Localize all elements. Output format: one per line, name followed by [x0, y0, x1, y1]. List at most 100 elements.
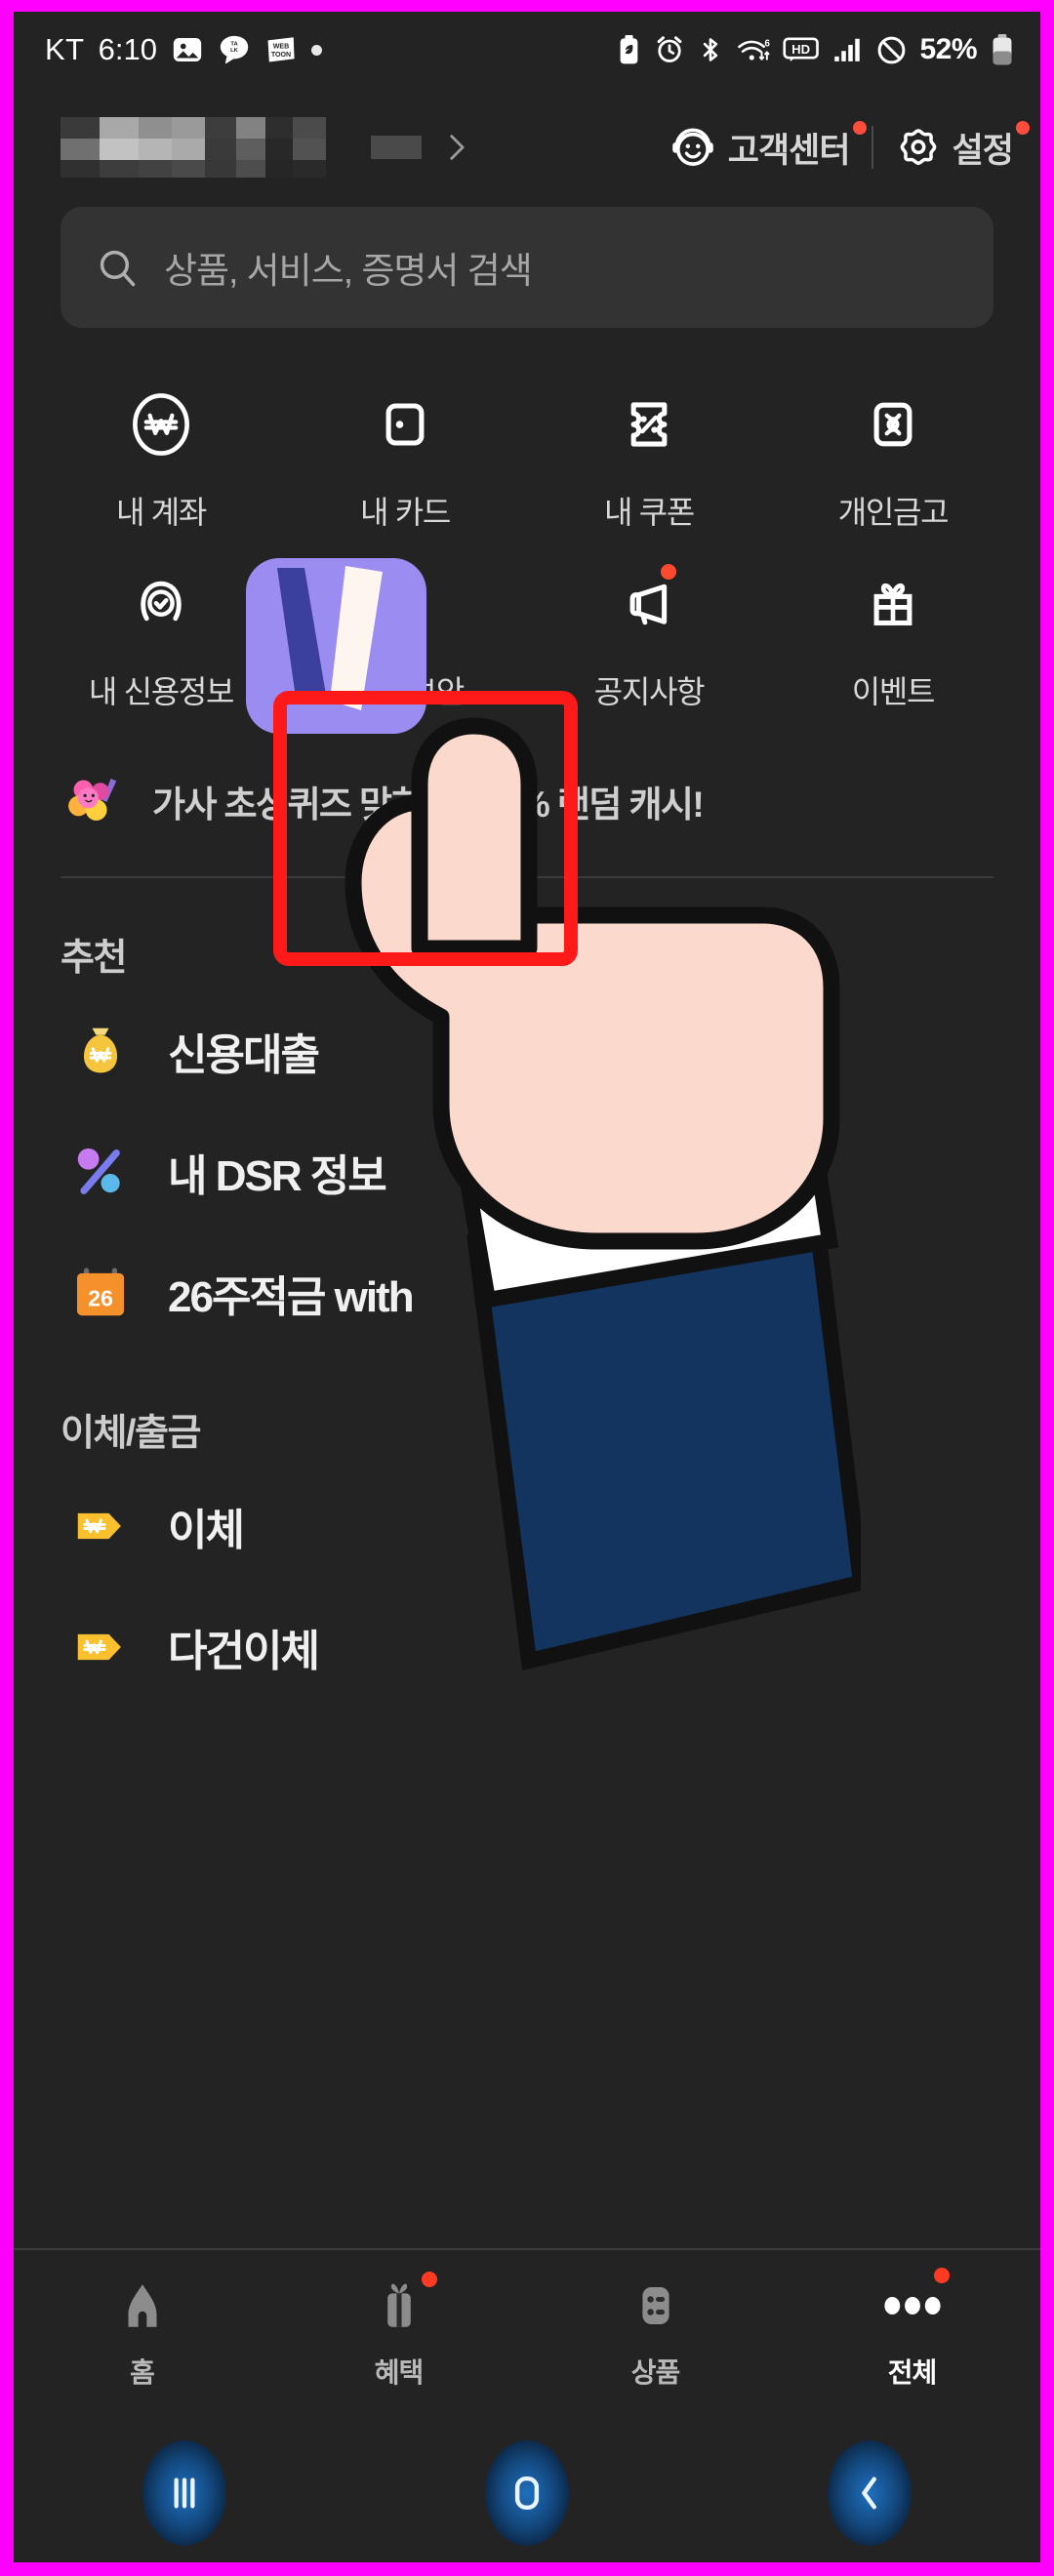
list-item[interactable]: 신용대출 [61, 990, 993, 1111]
bluetooth-icon [697, 35, 724, 64]
alarm-icon [655, 35, 684, 64]
shield-check-icon [124, 564, 198, 644]
gift-icon [856, 564, 930, 644]
app-header: 고객센터 설정 [14, 88, 1040, 195]
profile-link[interactable] [61, 117, 661, 178]
card-icon [368, 384, 442, 464]
do-not-disturb-icon [876, 35, 907, 65]
home-button[interactable] [356, 2440, 699, 2546]
tab-all[interactable]: 전체 [784, 2268, 1040, 2391]
svg-text:26: 26 [88, 1285, 113, 1310]
won-circle-icon [124, 384, 198, 464]
home-square-icon [485, 2440, 569, 2546]
list-item[interactable]: 26 26주적금 with [61, 1232, 993, 1353]
tab-benefits[interactable]: 혜택 [270, 2272, 527, 2391]
tab-products[interactable]: 상품 [527, 2275, 784, 2391]
list-item[interactable]: 내 DSR 정보 [61, 1111, 993, 1232]
won-tag-icon [70, 1496, 131, 1556]
quick-item-event[interactable]: 이벤트 [771, 550, 1015, 730]
status-bar: KT 6:10 TA LK WEB TOON 6 HD 52% [14, 12, 1040, 88]
svg-text:TA: TA [230, 41, 238, 47]
list-item-label: 내 DSR 정보 [168, 1152, 387, 1200]
hd-icon: HD [783, 35, 820, 64]
customer-center-label: 고객센터 [727, 131, 851, 170]
svg-text:WEB: WEB [273, 43, 290, 51]
android-navigation-bar [14, 2424, 1040, 2562]
quick-menu-row-2: 내 신용정보 인증/보안 공지사항 이벤트 [39, 550, 1015, 730]
chevron-right-icon [439, 131, 472, 164]
quick-item-my-coupon[interactable]: 내 쿠폰 [527, 371, 771, 550]
svg-text:HD: HD [792, 42, 811, 57]
signal-bars-icon [832, 35, 864, 64]
quick-item-notice[interactable]: 공지사항 [527, 550, 771, 730]
quick-item-label: 내 쿠폰 [603, 495, 695, 530]
money-bag-icon [70, 1021, 131, 1081]
quick-item-label: 내 카드 [359, 495, 451, 530]
calendar-26-icon: 26 [70, 1263, 131, 1323]
search-input[interactable]: 상품, 서비스, 증명서 검색 [61, 207, 993, 328]
percent-icon [70, 1142, 131, 1202]
quick-item-auth-security[interactable]: 인증/보안 [283, 550, 527, 730]
quick-item-label: 내 계좌 [115, 495, 207, 530]
settings-badge [1016, 120, 1030, 135]
photo-icon [171, 33, 204, 66]
quick-item-label: 공지사항 [593, 674, 706, 709]
flower-icon [62, 769, 127, 833]
section-title: 추천 [61, 938, 127, 979]
customer-center-button[interactable]: 고객센터 [669, 120, 867, 173]
settings-label: 설정 [952, 131, 1014, 170]
notice-badge [661, 564, 676, 580]
section-transfer: 이체/출금 이체 다건이체 [14, 1353, 1040, 1708]
list-icon [628, 2275, 684, 2336]
tab-label: 전체 [887, 2357, 938, 2388]
list-item[interactable]: 이체 [61, 1466, 993, 1587]
battery-percent-label: 52% [919, 33, 977, 65]
coupon-percent-icon [612, 384, 686, 464]
list-item[interactable]: 다건이체 [61, 1587, 993, 1708]
headset-icon [669, 123, 717, 172]
battery-icon [990, 34, 1015, 65]
recents-icon [142, 2440, 227, 2546]
wifi-6-icon: 6 [737, 35, 770, 64]
search-placeholder: 상품, 서비스, 증명서 검색 [164, 251, 533, 291]
svg-text:6: 6 [765, 38, 770, 49]
phone-screen: KT 6:10 TA LK WEB TOON 6 HD 52% 고객센터 설정 … [14, 12, 1040, 2562]
clock: 6:10 [98, 32, 157, 66]
back-button[interactable] [698, 2440, 1040, 2546]
promo-banner[interactable]: 가사 초성퀴즈 맞히면 100% 랜덤 캐시! [14, 730, 1040, 833]
list-item-label: 신용대출 [168, 1031, 320, 1079]
notification-dot-icon [310, 44, 322, 56]
settings-button[interactable]: 설정 [895, 120, 1030, 173]
quick-item-credit-info[interactable]: 내 신용정보 [39, 550, 283, 730]
carrier-label: KT [45, 32, 85, 66]
megaphone-icon [612, 564, 686, 644]
section-recommend: 추천 신용대출 내 DSR 정보 26 26주적금 with [14, 878, 1040, 1353]
kakaotalk-icon: TA LK [218, 33, 251, 66]
quick-menu-grid: 내 계좌 내 카드 내 쿠폰 개인금고 내 신용정보 인증/보안 공지사항 이벤… [14, 328, 1040, 730]
list-item-label: 26주적금 with [168, 1273, 415, 1321]
tab-home[interactable]: 홈 [14, 2275, 270, 2391]
recents-button[interactable] [14, 2440, 356, 2546]
quick-item-personal-safe[interactable]: 개인금고 [771, 371, 1015, 550]
list-item-label: 이체 [168, 1507, 245, 1554]
tab-label: 상품 [630, 2357, 681, 2388]
search-icon [96, 246, 139, 289]
quick-item-label: 이벤트 [851, 674, 936, 709]
svg-text:LK: LK [230, 48, 239, 54]
quick-item-my-card[interactable]: 내 카드 [283, 371, 527, 550]
all-badge [933, 2268, 950, 2283]
safe-box-icon [856, 384, 930, 464]
gift-box-icon [371, 2272, 437, 2336]
quick-item-label: 개인금고 [837, 495, 950, 530]
quick-item-label: 내 신용정보 [88, 674, 235, 709]
header-divider [871, 126, 873, 169]
quick-item-my-account[interactable]: 내 계좌 [39, 371, 283, 550]
benefits-badge [421, 2272, 437, 2287]
back-chevron-icon [827, 2440, 912, 2546]
tab-label: 혜택 [374, 2357, 425, 2388]
promo-text: 가사 초성퀴즈 맞히면 100% 랜덤 캐시! [152, 785, 705, 825]
search-section: 상품, 서비스, 증명서 검색 [14, 195, 1040, 328]
quick-menu-row-1: 내 계좌 내 카드 내 쿠폰 개인금고 [39, 371, 1015, 550]
home-icon [114, 2275, 171, 2336]
tab-label: 홈 [130, 2357, 155, 2388]
